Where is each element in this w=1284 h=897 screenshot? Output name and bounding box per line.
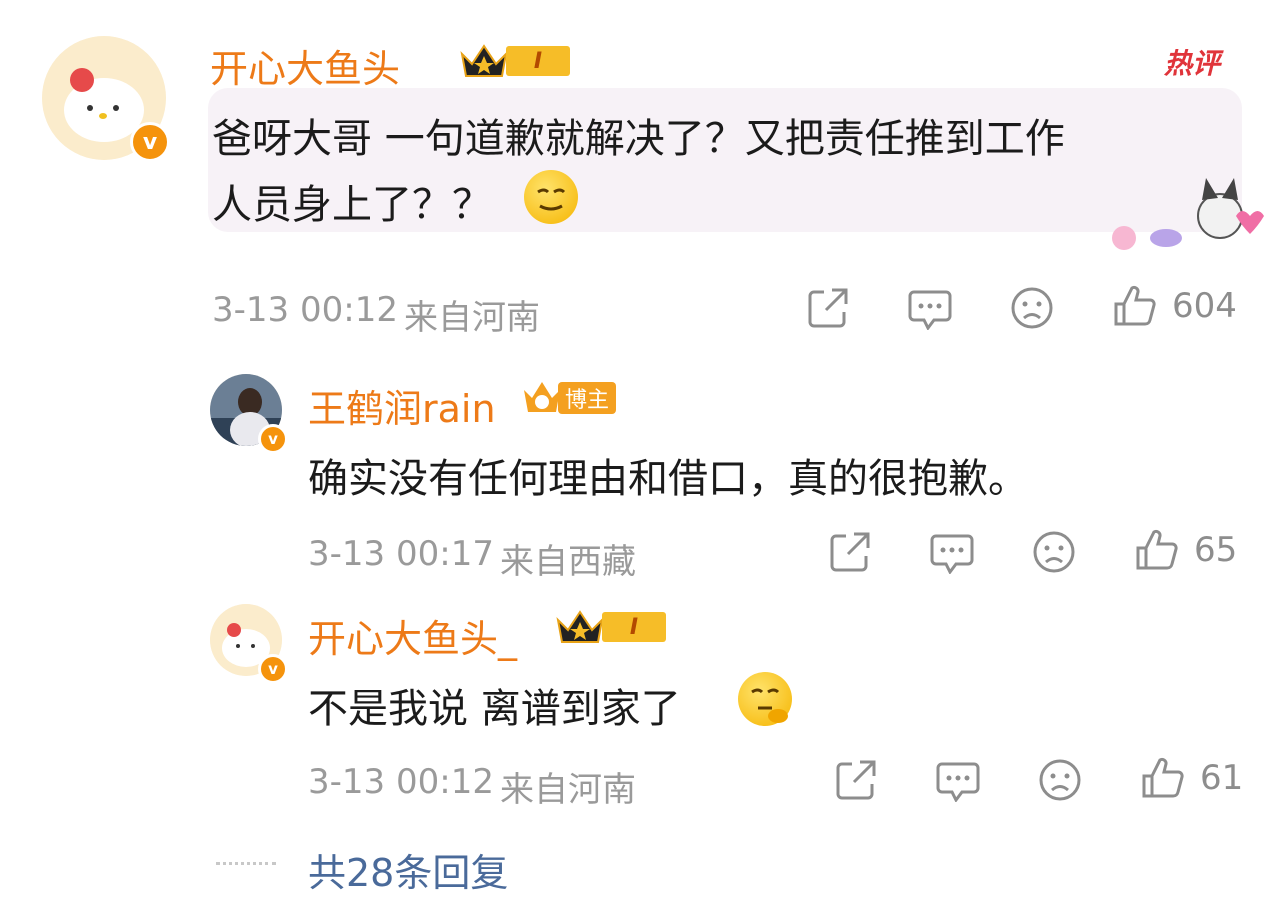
- share-button[interactable]: [828, 530, 872, 574]
- share-button[interactable]: [834, 758, 878, 802]
- share-icon: [830, 532, 870, 572]
- blogger-badge: 博主: [522, 378, 616, 418]
- more-replies-link[interactable]: 共28条回复: [308, 842, 508, 897]
- comment-icon: [908, 290, 952, 330]
- comment-icon: [930, 534, 974, 574]
- crown-icon: [460, 44, 508, 77]
- comment-time: 3-13 00:12: [212, 290, 398, 330]
- username[interactable]: 开心大鱼头_: [210, 38, 419, 93]
- crown-icon: [524, 382, 560, 412]
- sad-face-icon: [1033, 531, 1075, 573]
- comment-time: 3-13 00:17: [308, 534, 494, 574]
- blogger-label: 博主: [558, 382, 616, 414]
- verified-badge: v: [130, 122, 170, 162]
- thumbs-up-icon: [1142, 757, 1184, 798]
- crown-icon: [556, 610, 604, 643]
- like-count: 604: [1172, 286, 1237, 326]
- verified-badge: v: [258, 424, 288, 454]
- comment-text: 确实没有任何理由和借口，真的很抱歉。: [308, 456, 1028, 502]
- kuromi-sticker-icon: [1108, 176, 1266, 254]
- username[interactable]: 王鹤润rain: [308, 378, 496, 433]
- comment-location: 来自西藏: [500, 542, 636, 582]
- like-count: 65: [1194, 530, 1238, 570]
- comment-location: 来自河南: [404, 298, 540, 338]
- dislike-button[interactable]: [1038, 758, 1082, 802]
- like-button[interactable]: 65: [1134, 528, 1237, 572]
- reply-button[interactable]: [936, 758, 980, 802]
- comment-time: 3-13 00:12: [308, 762, 494, 802]
- divider-dots: [216, 862, 276, 865]
- sad-face-icon: [1011, 287, 1053, 329]
- comment-icon: [936, 762, 980, 802]
- like-button[interactable]: 604: [1112, 284, 1237, 328]
- share-icon: [808, 288, 848, 328]
- share-icon: [836, 760, 876, 800]
- reply-button[interactable]: [908, 286, 952, 330]
- smirk-emoji-icon: [524, 170, 578, 224]
- reply-button[interactable]: [930, 530, 974, 574]
- sad-face-icon: [1039, 759, 1081, 801]
- like-button[interactable]: 61: [1140, 756, 1243, 800]
- username[interactable]: 开心大鱼头_: [308, 608, 517, 663]
- dislike-button[interactable]: [1032, 530, 1076, 574]
- hot-comment-badge: 热评: [1164, 47, 1221, 80]
- verified-badge: v: [258, 654, 288, 684]
- comment-text-line: 人员身上了？？: [212, 182, 492, 228]
- share-button[interactable]: [806, 286, 850, 330]
- fade-overlay: [530, 840, 770, 888]
- level-label: I: [506, 46, 570, 76]
- level-label: I: [602, 612, 666, 642]
- member-level-badge: I: [556, 608, 666, 646]
- like-count: 61: [1200, 758, 1244, 798]
- dislike-button[interactable]: [1010, 286, 1054, 330]
- comment-text-line: 爸呀大哥 一句道歉就解决了？又把责任推到工作: [212, 116, 1065, 162]
- thinking-emoji-icon: [738, 672, 792, 726]
- thumbs-up-icon: [1114, 285, 1156, 326]
- comment-location: 来自河南: [500, 770, 636, 810]
- comment-text: 不是我说 离谱到家了: [308, 686, 681, 732]
- thumbs-up-icon: [1136, 529, 1178, 570]
- member-level-badge: I: [460, 42, 570, 80]
